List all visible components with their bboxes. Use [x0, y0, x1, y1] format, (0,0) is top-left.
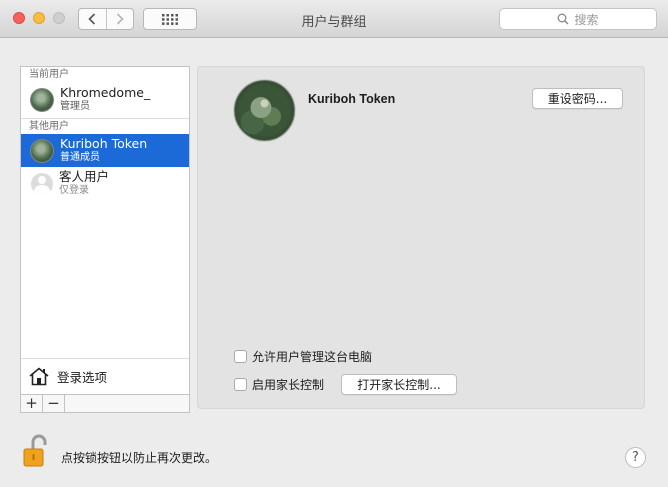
account-name: Kuriboh Token: [308, 92, 396, 106]
lock-icon: [23, 434, 47, 467]
user-name: 客人用户: [59, 168, 110, 184]
open-parental-controls-button[interactable]: 打开家长控制...: [341, 374, 457, 395]
login-options-label: 登录选项: [57, 369, 108, 385]
search-placeholder: 搜索: [574, 12, 599, 27]
reset-password-button[interactable]: 重设密码...: [532, 88, 623, 109]
other-users-header: 其他用户: [21, 118, 189, 134]
user-list: 当前用户 Khromedome_ 管理员 其他用户 Kuriboh Token …: [20, 66, 190, 395]
user-item-kuriboh[interactable]: Kuriboh Token 普通成员: [21, 134, 189, 167]
user-role: 仅登录: [59, 184, 89, 196]
remove-user-button[interactable]: −: [43, 395, 65, 412]
user-role: 管理员: [60, 100, 90, 112]
lock-button[interactable]: [23, 434, 47, 472]
add-user-button[interactable]: +: [21, 395, 43, 412]
user-item-current[interactable]: Khromedome_ 管理员: [21, 83, 189, 116]
lock-instruction: 点按锁按钮以防止再次更改。: [61, 451, 218, 465]
parental-controls-label[interactable]: 启用家长控制: [252, 376, 324, 393]
user-role: 普通成员: [60, 151, 100, 163]
user-name: Kuriboh Token: [60, 135, 148, 151]
add-remove-bar: + −: [20, 394, 190, 413]
parental-row: 启用家长控制: [234, 376, 324, 393]
search-icon: [558, 13, 570, 25]
current-users-header: 当前用户: [29, 69, 69, 80]
allow-admin-label[interactable]: 允许用户管理这台电脑: [252, 348, 372, 365]
title-bar: 用户与群组 搜索: [0, 0, 668, 38]
help-button[interactable]: ?: [625, 447, 646, 468]
house-icon: [29, 366, 49, 385]
user-detail-panel: Kuriboh Token 重设密码... 允许用户管理这台电脑 启用家长控制 …: [197, 66, 645, 409]
avatar: [30, 138, 54, 163]
avatar: [30, 87, 54, 112]
user-name: Khromedome_: [60, 84, 151, 100]
allow-admin-row: 允许用户管理这台电脑: [234, 348, 372, 365]
parental-controls-checkbox[interactable]: [234, 378, 247, 391]
guest-avatar: [31, 172, 53, 195]
login-options-item[interactable]: 登录选项: [21, 358, 189, 393]
allow-admin-checkbox[interactable]: [234, 350, 247, 363]
user-item-guest[interactable]: 客人用户 仅登录: [21, 167, 189, 200]
search-field[interactable]: 搜索: [499, 8, 657, 30]
user-picture[interactable]: [234, 80, 295, 141]
